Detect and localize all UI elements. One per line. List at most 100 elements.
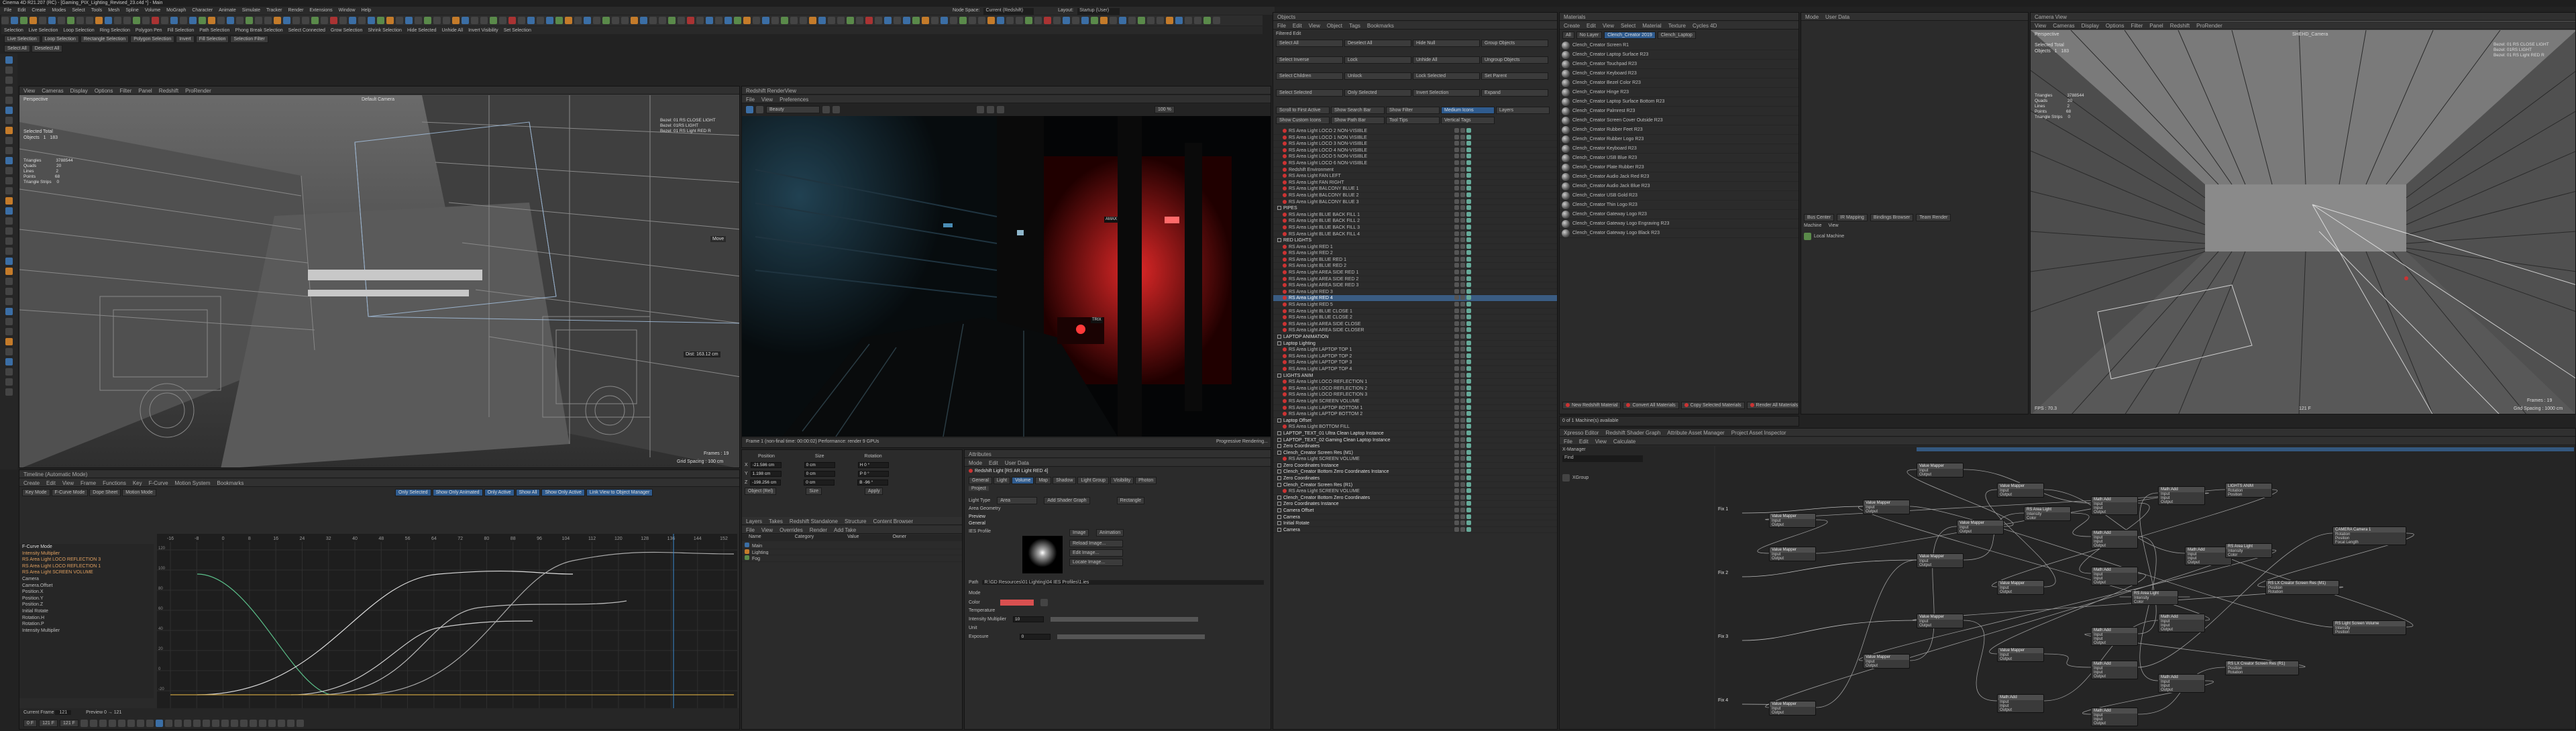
- toolbar-icon[interactable]: [743, 17, 751, 24]
- timeline-menu-item[interactable]: Bookmarks: [217, 480, 244, 486]
- tool-icon[interactable]: [5, 247, 13, 255]
- tag-icon[interactable]: [1454, 218, 1459, 223]
- tag-icon[interactable]: [1466, 179, 1471, 184]
- object-row[interactable]: PIPES: [1273, 205, 1557, 212]
- object-manager-option[interactable]: Show Search Bar: [1331, 107, 1385, 114]
- timeline-track[interactable]: Position.Y: [19, 596, 154, 602]
- render-mode-select[interactable]: Beauty: [766, 106, 820, 113]
- toolbar-icon[interactable]: [105, 17, 112, 24]
- toolbar-icon[interactable]: [602, 17, 610, 24]
- toolbar-icon[interactable]: [67, 17, 74, 24]
- tag-icon[interactable]: [1460, 430, 1465, 435]
- menu-item[interactable]: Tools: [91, 8, 102, 13]
- tag-icon[interactable]: [1466, 430, 1471, 435]
- object-row[interactable]: RS Area Light LOCO REFLECTION 3: [1273, 392, 1557, 398]
- material-row[interactable]: Clench_Creator Keyboard R23: [1560, 144, 1799, 154]
- render-menu-item[interactable]: File: [746, 97, 755, 103]
- tag-icon[interactable]: [1466, 379, 1471, 384]
- tag-icon[interactable]: [1460, 192, 1465, 197]
- tag-icon[interactable]: [1466, 398, 1471, 403]
- toolbar-icon[interactable]: [1166, 17, 1173, 24]
- tag-icon[interactable]: [1460, 508, 1465, 513]
- object-row[interactable]: RED LIGHTS: [1273, 237, 1557, 244]
- tag-icon[interactable]: [1454, 205, 1459, 211]
- tag-icon[interactable]: [1466, 263, 1471, 268]
- tool-icon[interactable]: [5, 167, 13, 174]
- transport-icon[interactable]: [108, 720, 116, 727]
- toolbar-icon[interactable]: [311, 17, 319, 24]
- toolbar-icon[interactable]: [161, 17, 168, 24]
- tag-icon[interactable]: [1466, 134, 1471, 139]
- xpresso-node[interactable]: Value Mapper Input Output: [1863, 654, 1910, 669]
- toolbar-icon[interactable]: [58, 17, 65, 24]
- tool-icon[interactable]: [5, 298, 13, 305]
- selection-button[interactable]: Live Selection: [4, 36, 40, 43]
- coord-size[interactable]: 0 cm: [804, 461, 835, 468]
- tag-icon[interactable]: [1454, 179, 1459, 184]
- toolbar-icon[interactable]: [199, 17, 206, 24]
- xpresso-node[interactable]: Math:Add Input Input Output: [2158, 614, 2205, 632]
- ies-thumbnail[interactable]: [1022, 536, 1063, 573]
- tag-icon[interactable]: [1454, 250, 1459, 256]
- object-row[interactable]: RS Area Light LOCO 6 NON-VISIBLE: [1273, 160, 1557, 167]
- selection-tool[interactable]: Loop Selection: [63, 28, 94, 33]
- selection-button[interactable]: Polygon Selection: [130, 36, 175, 43]
- toolbar-icon[interactable]: [555, 17, 563, 24]
- snapshot-icon[interactable]: [822, 106, 830, 113]
- toolbar-icon[interactable]: [941, 17, 948, 24]
- object-row[interactable]: Camera: [1273, 526, 1557, 534]
- coord-apply-button[interactable]: Apply: [864, 487, 883, 495]
- toolbar-icon[interactable]: [1128, 17, 1136, 24]
- material-row[interactable]: Clench_Creator Keyboard R23: [1560, 69, 1799, 78]
- tag-icon[interactable]: [1460, 224, 1465, 229]
- tool-icon[interactable]: [5, 66, 13, 74]
- toolbar-icon[interactable]: [1110, 17, 1117, 24]
- object-row[interactable]: RS Area Light RED 5: [1273, 302, 1557, 308]
- tool-icon[interactable]: [5, 318, 13, 325]
- xpresso-node[interactable]: Value Mapper Input Output: [1769, 547, 1816, 561]
- tag-icon[interactable]: [1454, 141, 1459, 146]
- tag-icon[interactable]: [1466, 520, 1471, 526]
- materials-tab[interactable]: All: [1562, 32, 1574, 39]
- layers-tab[interactable]: Content Browser: [873, 518, 913, 524]
- toolbar-icon[interactable]: [706, 17, 713, 24]
- tag-icon[interactable]: [1454, 469, 1459, 474]
- object-manager-button[interactable]: Group Objects: [1481, 40, 1548, 47]
- menu-item[interactable]: Mesh: [108, 8, 119, 13]
- selection-tool[interactable]: Unhide All: [442, 28, 464, 33]
- toolbar-icon[interactable]: [715, 17, 722, 24]
- tag-icon[interactable]: [1460, 302, 1465, 307]
- tool-icon[interactable]: [5, 157, 13, 164]
- toolbar-icon[interactable]: [236, 17, 244, 24]
- object-row[interactable]: RS Area Light BLUE CLOSE 2: [1273, 315, 1557, 321]
- tag-icon[interactable]: [1460, 128, 1465, 133]
- object-row[interactable]: RS Area Light BLUE CLOSE 1: [1273, 308, 1557, 315]
- timeline-track[interactable]: Intensity Multiplier: [19, 551, 154, 557]
- tag-icon[interactable]: [1460, 199, 1465, 204]
- tag-icon[interactable]: [1454, 385, 1459, 390]
- tag-icon[interactable]: [1466, 482, 1471, 487]
- selection-tool[interactable]: Fill Selection: [168, 28, 195, 33]
- toolbar-icon[interactable]: [86, 17, 93, 24]
- tag-icon[interactable]: [1460, 501, 1465, 506]
- node-port[interactable]: Focal Length: [2333, 541, 2406, 545]
- project-tab[interactable]: Project: [969, 486, 989, 491]
- object-row[interactable]: Zero Coordinates: [1273, 475, 1557, 482]
- tag-icon[interactable]: [1454, 437, 1459, 442]
- tag-icon[interactable]: [1460, 411, 1465, 416]
- toolbar-icon[interactable]: [800, 17, 807, 24]
- shape-select[interactable]: Rectangle: [1116, 497, 1145, 504]
- tag-icon[interactable]: [1454, 263, 1459, 268]
- tag-icon[interactable]: [1466, 424, 1471, 429]
- tag-icon[interactable]: [1454, 276, 1459, 281]
- tag-icon[interactable]: [1454, 430, 1459, 435]
- toolbar-icon[interactable]: [546, 17, 553, 24]
- object-row[interactable]: RS Area Light RED 1: [1273, 243, 1557, 251]
- transport-icon[interactable]: [80, 720, 88, 727]
- object-row[interactable]: RS Area Light RED 4: [1273, 295, 1557, 302]
- tag-icon[interactable]: [1460, 494, 1465, 500]
- tag-icon[interactable]: [1466, 211, 1471, 217]
- intensity-slider[interactable]: [1051, 617, 1199, 622]
- tool-icon[interactable]: [5, 217, 13, 225]
- selection-button[interactable]: Selection Filter: [230, 36, 268, 43]
